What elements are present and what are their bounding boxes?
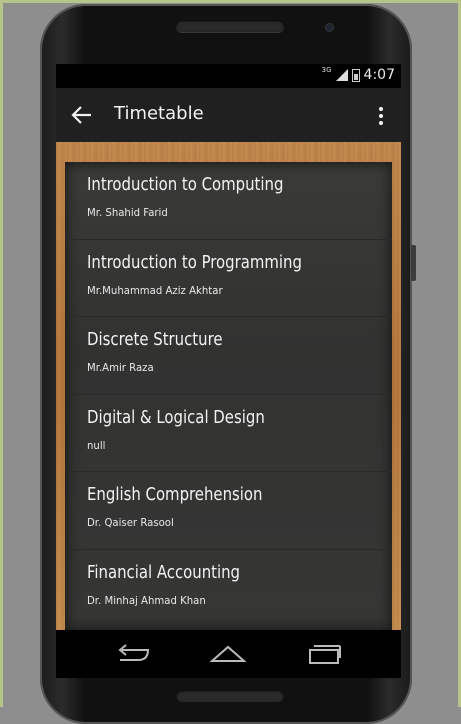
- course-name: Introduction to Programming: [87, 251, 302, 273]
- course-name: Financial Accounting: [87, 561, 241, 583]
- list-item[interactable]: Discrete Structure Mr.Amir Raza: [65, 317, 392, 395]
- status-bar: 3G 4:07: [56, 64, 401, 88]
- course-name: Introduction to Computing: [87, 174, 284, 195]
- signal-icon: [335, 69, 348, 81]
- wooden-frame: Introduction to Computing Mr. Shahid Far…: [56, 142, 401, 630]
- nav-home-icon[interactable]: [208, 642, 248, 666]
- earpiece-speaker: [176, 20, 284, 32]
- course-name: Discrete Structure: [87, 329, 223, 350]
- teacher-name: Mr. Shahid Farid: [87, 206, 168, 219]
- status-time: 4:07: [363, 67, 395, 83]
- list-item[interactable]: Introduction to Computing Mr. Shahid Far…: [65, 162, 392, 240]
- arrow-left-icon[interactable]: [70, 104, 94, 126]
- teacher-name: Mr.Amir Raza: [87, 361, 154, 374]
- bottom-speaker: [176, 690, 284, 702]
- nav-recents-icon[interactable]: [304, 642, 344, 666]
- list-item[interactable]: Financial Accounting Dr. Minhaj Ahmad Kh…: [65, 550, 392, 627]
- page-title: Timetable: [114, 103, 204, 124]
- navigation-bar: [56, 630, 401, 678]
- teacher-name: Dr. Qaiser Rasool: [87, 516, 174, 529]
- teacher-name: Dr. Minhaj Ahmad Khan: [87, 593, 206, 607]
- list-item[interactable]: Introduction to Programming Mr.Muhammad …: [65, 240, 392, 317]
- teacher-name: null: [87, 438, 106, 452]
- nav-back-icon[interactable]: [112, 642, 152, 666]
- list-item[interactable]: Digital & Logical Design null: [65, 395, 392, 472]
- status-icons: 3G 4:07: [321, 66, 395, 83]
- course-list: Introduction to Computing Mr. Shahid Far…: [65, 162, 392, 630]
- phone-screen: 3G 4:07 Timetable Introduction to Comput…: [56, 64, 401, 678]
- more-vert-icon[interactable]: [373, 104, 389, 128]
- battery-icon: [351, 68, 360, 82]
- course-name: Digital & Logical Design: [87, 406, 265, 428]
- volume-button[interactable]: [411, 245, 416, 281]
- course-name: English Comprehension: [87, 484, 263, 505]
- front-camera-icon: [326, 24, 333, 31]
- teacher-name: Mr.Muhammad Aziz Akhtar: [87, 283, 223, 297]
- network-type: 3G: [321, 66, 332, 74]
- app-toolbar: Timetable: [56, 88, 401, 142]
- list-item[interactable]: English Comprehension Dr. Qaiser Rasool: [65, 472, 392, 550]
